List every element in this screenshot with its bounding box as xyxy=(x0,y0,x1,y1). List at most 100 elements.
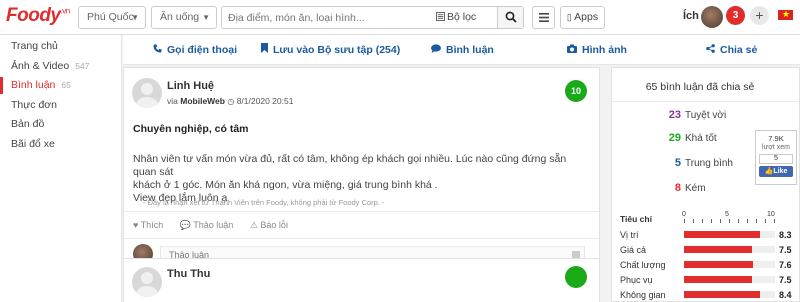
rating-row-poor[interactable]: 8 Kém xyxy=(612,181,752,195)
review-body-line: Nhân viên tư vấn món vừa đủ, rất có tâm,… xyxy=(133,153,567,178)
reviewer-avatar[interactable] xyxy=(132,267,162,297)
discuss-label: Thảo luận xyxy=(193,220,234,230)
facebook-like-button[interactable]: 👍Like xyxy=(759,166,793,177)
comment-icon xyxy=(431,35,441,65)
share-label: Chia sẻ xyxy=(720,44,758,56)
category-dropdown[interactable]: Ăn uống ▼ xyxy=(151,6,217,29)
plus-icon: + xyxy=(755,7,764,23)
divider xyxy=(612,101,799,102)
review-date: 8/1/2020 20:51 xyxy=(236,96,294,106)
logo-text: Foody xyxy=(6,5,61,26)
axis-tick xyxy=(684,219,685,223)
rating-row-excellent[interactable]: 23 Tuyệt vời xyxy=(612,108,752,122)
location-dropdown[interactable]: Phú Quốc ▼ xyxy=(78,6,146,29)
criteria-value: 8.4 xyxy=(779,290,792,300)
review-body-line: khách ở 1 góc. Món ăn khá ngon, vừa miện… xyxy=(133,179,438,191)
user-name[interactable]: Ích xyxy=(683,10,699,22)
apps-label: Apps xyxy=(574,11,599,23)
chevron-down-icon: ▼ xyxy=(131,13,139,22)
save-label: Lưu vào Bộ sưu tập (254) xyxy=(273,44,401,56)
sidebar-item-photos[interactable]: Ảnh & Video 547 xyxy=(0,57,121,77)
reviewer-name[interactable]: Thu Thu xyxy=(167,268,210,280)
criteria-bar xyxy=(684,261,754,268)
axis-tick xyxy=(747,219,748,223)
sidebar-item-home[interactable]: Trang chủ xyxy=(0,37,121,57)
axis-tick xyxy=(720,219,721,223)
discuss-button[interactable]: 💬 Thảo luận xyxy=(180,220,234,230)
rating-summary-panel: 65 bình luận đã chia sẻ 23 Tuyệt vời 29 Kh… xyxy=(611,67,800,302)
sidebar-item-label: Thực đơn xyxy=(11,98,58,111)
reviewer-avatar[interactable] xyxy=(132,78,162,108)
criteria-bar xyxy=(684,231,760,238)
axis-tick xyxy=(693,219,694,223)
chevron-down-icon: ▼ xyxy=(202,13,210,22)
photo-button[interactable]: Hình ảnh xyxy=(567,35,627,65)
criteria-bar xyxy=(684,246,753,253)
vietnam-flag-icon[interactable]: ★ xyxy=(778,9,793,20)
criteria-header: Tiêu chí 0 5 10 xyxy=(612,211,799,225)
share-button[interactable]: Chia sẻ xyxy=(706,35,757,65)
via-label: via xyxy=(167,96,178,106)
rating-row-good[interactable]: 29 Khá tốt xyxy=(612,131,752,145)
sidebar-item-label: Ảnh & Video xyxy=(11,59,70,72)
axis-tick-label: 10 xyxy=(767,211,775,218)
criteria-row-quality: Chất lượng 7.6 xyxy=(612,259,799,272)
call-button[interactable]: Gọi điện thoại xyxy=(153,35,237,65)
call-label: Gọi điện thoại xyxy=(167,44,237,56)
filter-button[interactable]: Bộ lọc xyxy=(436,7,476,28)
filter-label: Bộ lọc xyxy=(447,11,477,23)
criteria-label: Phục vụ xyxy=(620,275,653,285)
search-icon xyxy=(505,11,517,23)
sidebar: Trang chủ Ảnh & Video 547 Bình luận 65 Thự… xyxy=(0,35,122,302)
rating-label: Kém xyxy=(685,183,706,194)
review-device: MobileWeb xyxy=(180,96,225,106)
criteria-bar-track xyxy=(684,261,775,268)
search-button[interactable] xyxy=(497,7,523,28)
criteria-value: 7.6 xyxy=(779,260,792,270)
sidebar-item-menu[interactable]: Thực đơn xyxy=(0,96,121,116)
like-button[interactable]: ♥ Thích xyxy=(133,220,163,230)
criteria-row-space: Không gian 8.4 xyxy=(612,289,799,302)
axis-tick xyxy=(738,219,739,223)
criteria-bar-track xyxy=(684,276,775,283)
criteria-header-label: Tiêu chí xyxy=(620,214,652,224)
user-avatar[interactable] xyxy=(701,6,723,28)
foody-logo[interactable]: Foody.vn xyxy=(6,5,70,27)
criteria-value: 7.5 xyxy=(779,245,792,255)
view-count: 7.9K xyxy=(768,134,784,143)
save-collection-button[interactable]: Lưu vào Bộ sưu tập (254) xyxy=(261,35,400,65)
action-bar: Gọi điện thoại Lưu vào Bộ sưu tập (254) … xyxy=(123,35,800,65)
sidebar-item-parking[interactable]: Bãi đổ xe xyxy=(0,135,121,155)
criteria-bar-track xyxy=(684,231,775,238)
share-icon xyxy=(706,35,715,65)
view-count-label: lượt xem xyxy=(762,144,790,151)
review-meta: via MobileWeb ◷ 8/1/2020 20:51 xyxy=(167,96,293,106)
warning-icon: ⚠ xyxy=(249,220,258,230)
menu-button[interactable] xyxy=(532,6,555,29)
comment-icon: 💬 xyxy=(179,220,191,230)
divider xyxy=(124,211,599,212)
filter-icon xyxy=(436,12,445,21)
sidebar-item-count: 65 xyxy=(61,80,71,90)
apps-button[interactable]: ▯ Apps xyxy=(560,6,605,29)
review-card: Thu Thu xyxy=(123,258,600,302)
sidebar-item-map[interactable]: Bản đồ xyxy=(0,115,121,135)
reviewer-name[interactable]: Linh Huệ xyxy=(167,80,214,92)
criteria-bar-track xyxy=(684,291,775,298)
search-bar: Bộ lọc xyxy=(221,6,524,29)
review-title[interactable]: Chuyên nghiệp, có tâm xyxy=(133,123,249,135)
camera-icon xyxy=(567,35,577,65)
category-label: Ăn uống xyxy=(160,11,200,23)
report-button[interactable]: ⚠ Báo lỗi xyxy=(250,220,288,230)
logo-suffix: .vn xyxy=(60,6,71,16)
sidebar-item-reviews[interactable]: Bình luận 65 xyxy=(0,76,121,96)
add-button[interactable]: + xyxy=(750,6,769,25)
clock-icon: ◷ xyxy=(227,97,235,106)
rating-row-average[interactable]: 5 Trung bình xyxy=(612,156,752,170)
notification-badge[interactable]: 3 xyxy=(726,6,745,25)
comment-button[interactable]: Bình luận xyxy=(431,35,494,65)
bookmark-icon xyxy=(261,35,268,65)
axis-tick xyxy=(729,219,730,223)
search-input[interactable] xyxy=(222,7,432,28)
facebook-like-widget: 7.9K lượt xem 5 👍Like xyxy=(755,130,797,185)
